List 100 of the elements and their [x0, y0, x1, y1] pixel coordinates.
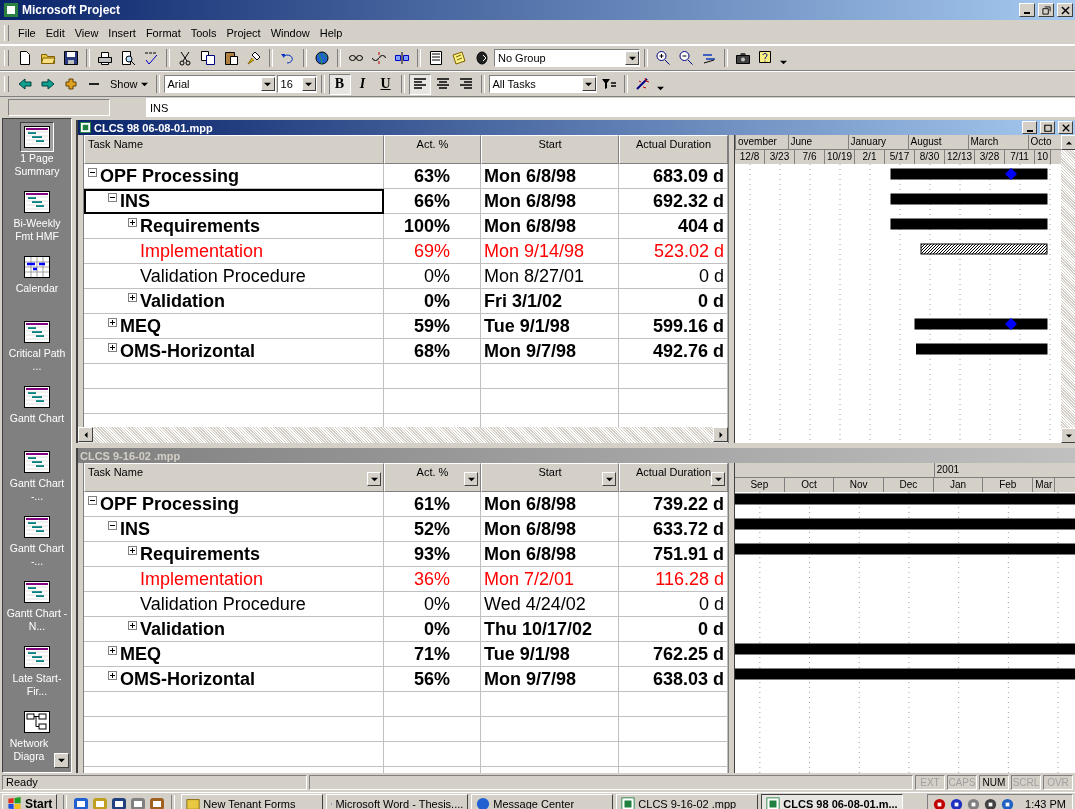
task-name-cell[interactable]: Implementation [84, 567, 384, 592]
more-caret-icon[interactable] [656, 84, 664, 92]
menu-item[interactable]: Insert [103, 25, 141, 41]
pane-splitter[interactable] [728, 135, 735, 443]
minus-box-icon[interactable] [88, 496, 97, 505]
close-button[interactable] [1057, 3, 1073, 17]
task-name-cell[interactable]: MEQ [84, 642, 384, 667]
speaker-icon[interactable] [966, 796, 982, 809]
task-name-cell[interactable]: Requirements [84, 214, 384, 239]
percent-cell: 52% [384, 517, 481, 542]
browser-icon[interactable] [73, 796, 90, 809]
plus-box-icon[interactable] [108, 318, 117, 327]
plus-box-icon[interactable] [108, 646, 117, 655]
tray-search-icon[interactable] [932, 796, 948, 809]
empty-cell[interactable] [481, 364, 619, 389]
view-label: Calendar [14, 282, 60, 295]
empty-cell[interactable] [384, 717, 481, 742]
task-name-cell[interactable]: OPF Processing [84, 164, 384, 189]
filter-dropdown-button[interactable] [367, 472, 381, 486]
minimize-button[interactable] [1019, 3, 1035, 17]
desktop-icon[interactable] [111, 796, 128, 809]
plus-box-icon[interactable] [108, 671, 117, 680]
plus-box-icon[interactable] [128, 293, 137, 302]
tray-shield-icon[interactable] [949, 796, 965, 809]
column-header[interactable]: Start [481, 463, 619, 492]
task-name-cell[interactable]: Validation [84, 289, 384, 314]
vertical-scrollbar[interactable] [1061, 135, 1075, 443]
empty-cell[interactable] [481, 389, 619, 414]
taskbar-button[interactable]: New Tenant Forms [181, 794, 324, 809]
network-icon[interactable] [1000, 796, 1016, 809]
minus-box-icon[interactable] [108, 521, 117, 530]
menu-item[interactable]: File [13, 25, 41, 41]
empty-cell[interactable] [481, 717, 619, 742]
task-name-cell[interactable]: Validation [84, 617, 384, 642]
task-name-cell[interactable]: INS [84, 189, 384, 214]
printer-icon[interactable] [983, 796, 999, 809]
minimize-button[interactable] [1022, 121, 1037, 134]
menu-item[interactable]: Window [265, 25, 315, 41]
filter-dropdown-button[interactable] [711, 472, 725, 486]
minus-box-icon[interactable] [88, 168, 97, 177]
task-name-cell[interactable]: OPF Processing [84, 492, 384, 517]
format-button[interactable]: B [328, 73, 351, 95]
more-caret-icon[interactable] [780, 58, 787, 66]
menu-item[interactable]: Format [140, 25, 186, 41]
menu-item[interactable]: Project [221, 25, 266, 41]
empty-cell[interactable] [384, 364, 481, 389]
maximize-button[interactable] [1040, 121, 1055, 134]
empty-cell[interactable] [384, 742, 481, 767]
show-menu-button[interactable]: Show [106, 78, 152, 90]
font-size-dropdown[interactable]: 16 [276, 75, 317, 93]
menu-item[interactable]: Help [314, 25, 348, 41]
column-header[interactable]: Task Name [84, 463, 384, 492]
empty-cell[interactable] [384, 389, 481, 414]
empty-cell[interactable] [481, 742, 619, 767]
task-name-cell[interactable]: Validation Procedure [84, 264, 384, 289]
format-button[interactable]: I [351, 73, 374, 95]
task-name-cell[interactable]: Validation Procedure [84, 592, 384, 617]
column-header[interactable]: Actual Duration [619, 463, 728, 492]
font-dropdown[interactable]: Arial [163, 75, 276, 93]
column-header[interactable]: Task Name [84, 135, 384, 164]
task-name-cell[interactable]: Implementation [84, 239, 384, 264]
menu-item[interactable]: Edit [40, 25, 70, 41]
filter-dropdown-button[interactable] [464, 472, 478, 486]
scroll-down-button[interactable] [54, 753, 69, 768]
menu-item[interactable]: Tools [185, 25, 222, 41]
taskbar-button[interactable]: CLCS 98 06-08-01.m... [761, 794, 904, 809]
filter-dropdown[interactable]: All Tasks [488, 75, 597, 93]
group-dropdown[interactable]: No Group [494, 49, 640, 67]
plus-box-icon[interactable] [128, 218, 137, 227]
plus-box-icon[interactable] [108, 343, 117, 352]
task-name-cell[interactable]: MEQ [84, 314, 384, 339]
restore-button[interactable] [1038, 3, 1054, 17]
start-button[interactable]: Start [2, 794, 58, 809]
column-header[interactable]: Act. % [384, 135, 481, 164]
close-button[interactable] [1058, 121, 1073, 134]
pane-splitter[interactable] [728, 463, 735, 773]
empty-cell[interactable] [384, 692, 481, 717]
search-icon[interactable] [130, 796, 147, 809]
task-name-cell[interactable]: Requirements [84, 542, 384, 567]
entry-field[interactable]: INS [146, 98, 1075, 117]
align-button[interactable] [408, 73, 431, 95]
view-button[interactable] [20, 122, 54, 152]
taskbar-button[interactable]: Microsoft Word - Thesis.... [326, 794, 469, 809]
horizontal-scrollbar[interactable] [78, 427, 728, 443]
minus-box-icon[interactable] [108, 193, 117, 202]
format-button[interactable]: U [374, 73, 397, 95]
plus-box-icon[interactable] [128, 621, 137, 630]
column-header[interactable]: Actual Duration [619, 135, 728, 164]
task-name-cell[interactable]: OMS-Horizontal [84, 667, 384, 692]
gantt-view-icon [24, 516, 50, 538]
channel-icon[interactable] [149, 796, 166, 809]
task-name-cell[interactable]: INS [84, 517, 384, 542]
filter-dropdown-button[interactable] [602, 472, 616, 486]
empty-cell[interactable] [481, 692, 619, 717]
column-header[interactable]: Start [481, 135, 619, 164]
task-name-cell[interactable]: OMS-Horizontal [84, 339, 384, 364]
plus-box-icon[interactable] [128, 546, 137, 555]
column-header[interactable]: Act. % [384, 463, 481, 492]
gantt-bar[interactable] [920, 243, 1048, 255]
menu-item[interactable]: View [69, 25, 104, 41]
